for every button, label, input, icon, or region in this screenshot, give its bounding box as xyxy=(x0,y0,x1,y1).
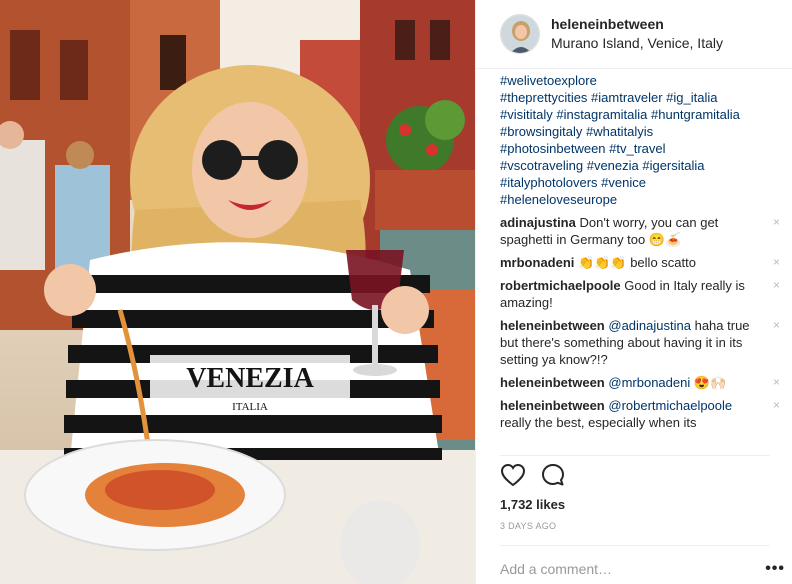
avatar[interactable] xyxy=(500,14,540,54)
comment-mention[interactable]: @adinajustina xyxy=(608,318,691,333)
post-photo[interactable]: VENEZIA ITALIA xyxy=(0,0,475,584)
more-options-icon[interactable]: ••• xyxy=(765,561,785,577)
post-location[interactable]: Murano Island, Venice, Italy xyxy=(551,34,723,53)
photo-illustration: VENEZIA ITALIA xyxy=(0,0,475,584)
divider xyxy=(500,545,770,546)
comment-item: robertmichaelpoole Good in Italy really … xyxy=(500,277,780,311)
hashtag-line[interactable]: #browsingitaly #whatitalyis xyxy=(500,123,780,140)
add-comment-bar: ••• xyxy=(500,558,785,580)
post-actions xyxy=(500,462,566,490)
comment-username[interactable]: heleneinbetween xyxy=(500,398,605,413)
comment-item: heleneinbetween @robertmichaelpoole real… xyxy=(500,397,780,431)
delete-comment-icon[interactable]: × xyxy=(773,256,780,268)
delete-comment-icon[interactable]: × xyxy=(773,279,780,291)
post-username[interactable]: heleneinbetween xyxy=(551,15,723,34)
hashtag-line[interactable]: #vscotraveling #venezia #igersitalia xyxy=(500,157,780,174)
delete-comment-icon[interactable]: × xyxy=(773,319,780,331)
comment-item: mrbonadeni 👏👏👏 bello scatto × xyxy=(500,254,780,271)
hashtag-line[interactable]: #welivetoexplore xyxy=(500,72,780,89)
caption-hashtags: #welivetoexplore #theprettycities #iamtr… xyxy=(500,72,780,208)
delete-comment-icon[interactable]: × xyxy=(773,399,780,411)
comment-username[interactable]: mrbonadeni xyxy=(500,255,574,270)
delete-comment-icon[interactable]: × xyxy=(773,376,780,388)
svg-text:VENEZIA: VENEZIA xyxy=(186,363,314,394)
heart-icon[interactable] xyxy=(500,462,526,488)
hashtag-line[interactable]: #photosinbetween #tv_travel xyxy=(500,140,780,157)
comment-username[interactable]: adinajustina xyxy=(500,215,576,230)
comment-text: really the best, especially when its xyxy=(500,415,697,430)
comment-item: heleneinbetween @mrbonadeni 😍🙌🏻 × xyxy=(500,374,780,391)
divider xyxy=(500,455,770,456)
hashtag-line[interactable]: #visititaly #instagramitalia #huntgramit… xyxy=(500,106,780,123)
delete-comment-icon[interactable]: × xyxy=(773,216,780,228)
svg-text:ITALIA: ITALIA xyxy=(232,401,268,413)
post-header: heleneinbetween Murano Island, Venice, I… xyxy=(476,0,792,69)
comment-mention[interactable]: @mrbonadeni xyxy=(608,375,690,390)
comments-list[interactable]: #welivetoexplore #theprettycities #iamtr… xyxy=(500,72,780,452)
hashtag-line[interactable]: #italyphotolovers #venice xyxy=(500,174,780,191)
post-sidebar: heleneinbetween Murano Island, Venice, I… xyxy=(475,0,792,584)
comment-text: 😍🙌🏻 xyxy=(693,375,727,390)
instagram-post: VENEZIA ITALIA heleneinbetween Murano Is… xyxy=(0,0,792,584)
add-comment-input[interactable] xyxy=(500,561,730,577)
comment-item: heleneinbetween @adinajustina haha true … xyxy=(500,317,780,368)
post-timestamp[interactable]: 3 DAYS AGO xyxy=(500,521,556,531)
speech-bubble-icon[interactable] xyxy=(540,462,566,488)
comment-username[interactable]: heleneinbetween xyxy=(500,375,605,390)
hashtag-line[interactable]: #heleneloveseurope xyxy=(500,191,780,208)
hashtag-line[interactable]: #theprettycities #iamtraveler #ig_italia xyxy=(500,89,780,106)
comment-item: adinajustina Don't worry, you can get sp… xyxy=(500,214,780,248)
comment-username[interactable]: robertmichaelpoole xyxy=(500,278,621,293)
comment-text: 👏👏👏 bello scatto xyxy=(578,255,696,270)
comment-mention[interactable]: @robertmichaelpoole xyxy=(608,398,732,413)
likes-count[interactable]: 1,732 likes xyxy=(500,497,565,512)
comment-username[interactable]: heleneinbetween xyxy=(500,318,605,333)
